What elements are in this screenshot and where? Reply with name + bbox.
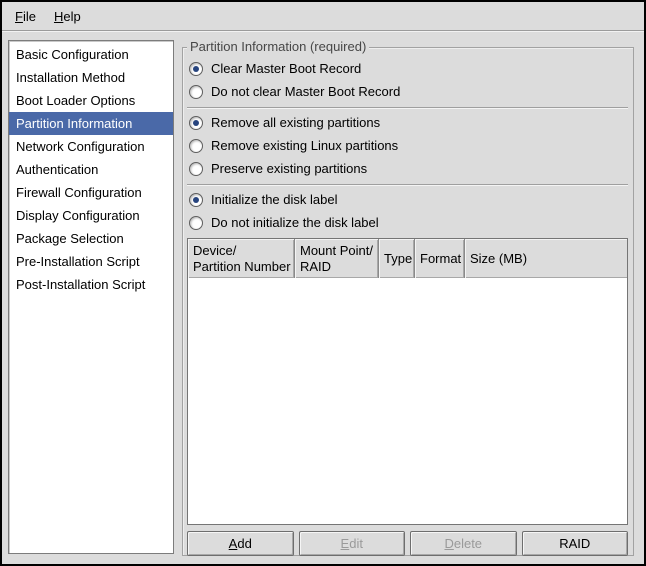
separator [187,107,628,109]
radio-button-icon [189,85,203,99]
sidebar-item-display-configuration[interactable]: Display Configuration [9,204,173,227]
separator [187,184,628,186]
column-header-format[interactable]: Format [415,239,465,278]
radio-button-icon [189,162,203,176]
partition-information-frame: Partition Information (required) Clear M… [182,47,634,556]
sidebar-item-network-configuration[interactable]: Network Configuration [9,135,173,158]
menu-file[interactable]: File [6,2,45,30]
raid-button[interactable]: RAID [522,531,629,556]
radio-label: Preserve existing partitions [211,161,367,176]
column-header-mount-point[interactable]: Mount Point/ RAID [295,239,379,278]
partition-table-header: Device/ Partition Number Mount Point/ RA… [188,239,627,278]
column-header-device[interactable]: Device/ Partition Number [188,239,295,278]
menu-file-label: File [15,9,36,24]
sidebar-item-package-selection[interactable]: Package Selection [9,227,173,250]
column-header-size[interactable]: Size (MB) [465,239,627,278]
frame-content: Clear Master Boot Record Do not clear Ma… [183,48,633,555]
sidebar-item-installation-method[interactable]: Installation Method [9,66,173,89]
menubar: File Help [2,2,644,31]
radio-label: Remove existing Linux partitions [211,138,398,153]
radio-button-icon [189,216,203,230]
kickstart-configurator-window: File Help Basic Configuration Installati… [0,0,646,566]
radio-label: Remove all existing partitions [211,115,380,130]
delete-button[interactable]: Delete [410,531,517,556]
radio-do-not-initialize-disk-label[interactable]: Do not initialize the disk label [189,215,628,230]
partition-table: Device/ Partition Number Mount Point/ RA… [187,238,628,525]
radio-label: Do not clear Master Boot Record [211,84,400,99]
menu-help[interactable]: Help [45,2,90,30]
partition-table-body[interactable] [188,278,627,524]
add-button[interactable]: Add [187,531,294,556]
sidebar-item-partition-information[interactable]: Partition Information [9,112,173,135]
sidebar-item-pre-installation-script[interactable]: Pre-Installation Script [9,250,173,273]
radio-initialize-disk-label[interactable]: Initialize the disk label [189,192,628,207]
radio-label: Do not initialize the disk label [211,215,379,230]
menu-help-label: Help [54,9,81,24]
radio-button-icon [189,139,203,153]
sidebar-item-post-installation-script[interactable]: Post-Installation Script [9,273,173,296]
radio-do-not-clear-mbr[interactable]: Do not clear Master Boot Record [189,84,628,99]
category-list: Basic Configuration Installation Method … [8,40,174,554]
radio-label: Initialize the disk label [211,192,337,207]
radio-remove-all-partitions[interactable]: Remove all existing partitions [189,115,628,130]
partition-action-buttons: Add Edit Delete RAID [187,531,628,556]
sidebar-item-firewall-configuration[interactable]: Firewall Configuration [9,181,173,204]
edit-button[interactable]: Edit [299,531,406,556]
radio-button-icon [189,116,203,130]
sidebar-item-boot-loader-options[interactable]: Boot Loader Options [9,89,173,112]
radio-button-icon [189,193,203,207]
radio-remove-linux-partitions[interactable]: Remove existing Linux partitions [189,138,628,153]
radio-preserve-partitions[interactable]: Preserve existing partitions [189,161,628,176]
radio-label: Clear Master Boot Record [211,61,361,76]
sidebar-item-basic-configuration[interactable]: Basic Configuration [9,43,173,66]
column-header-type[interactable]: Type [379,239,415,278]
radio-clear-mbr[interactable]: Clear Master Boot Record [189,61,628,76]
radio-button-icon [189,62,203,76]
sidebar-item-authentication[interactable]: Authentication [9,158,173,181]
